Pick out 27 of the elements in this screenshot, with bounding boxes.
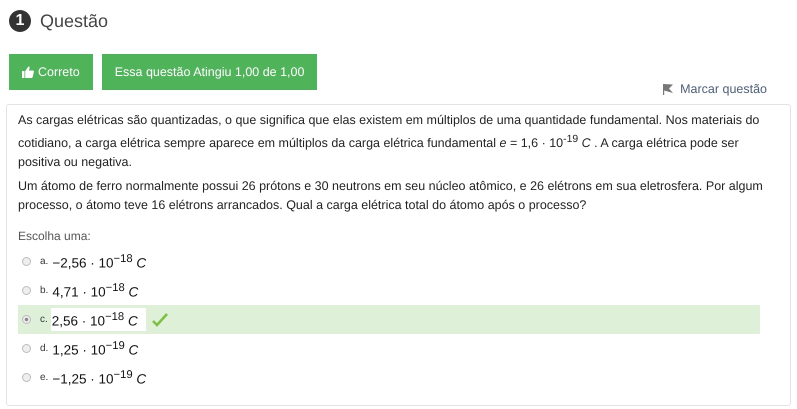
answer-option[interactable]: b. 4,71 · 10$^{−18}$ C bbox=[18, 276, 760, 306]
option-letter: b. bbox=[40, 285, 48, 296]
grade-badge: Essa questão Atingiu 1,00 de 1,00 bbox=[102, 54, 318, 90]
option-letter: d. bbox=[40, 343, 48, 354]
radio-button[interactable] bbox=[22, 315, 31, 324]
answer-formula: 2,56 · 10$^{−18}$ C bbox=[50, 308, 146, 332]
flag-icon bbox=[662, 83, 674, 95]
option-letter: a. bbox=[40, 256, 48, 268]
answer-option[interactable]: e. −1,25 · 10$^{−19}$ C bbox=[18, 363, 760, 392]
thumbs-up-icon bbox=[22, 66, 34, 78]
question-text: Um átomo de ferro normalmente possui 26 prótons e 30 neutrons em seu núcleo atômico, e 26 elétrons em sua eletrosfera. Por algum processo, o átomo teve 16 elétrons arrancados. Qual a carga elétrica total do átomo após o processo? bbox=[18, 178, 764, 214]
radio-button[interactable] bbox=[22, 286, 31, 296]
radio-button[interactable] bbox=[22, 373, 31, 382]
question-number: 1 bbox=[9, 10, 31, 32]
prompt-label: Escolha uma: bbox=[18, 229, 92, 244]
correct-answer-row[interactable]: c. 2,56 · 10$^{−18}$ C bbox=[18, 305, 760, 334]
question-text: As cargas elétricas são quantizadas, o que significa que elas existem em múltiplos de uma quantidade fundamental. Nos materiais do cotidiano, a carga elétrica sempre aparece em múltiplos da carga elétrica fundamental e = 1,6 · 10$^{-19}$ C . A carga elétrica pode ser positiva ou negativa. bbox=[18, 112, 760, 172]
question-title: Questão bbox=[40, 10, 108, 32]
radio-button[interactable] bbox=[22, 344, 31, 354]
correct-badge: Correto bbox=[9, 54, 93, 90]
answer-option[interactable]: d. 1,25 · 10$^{−19}$ C bbox=[18, 334, 760, 364]
checkmark-icon bbox=[152, 312, 168, 327]
option-letter: c. bbox=[40, 314, 48, 326]
radio-button[interactable] bbox=[22, 257, 31, 266]
flag-question-link[interactable]: Marcar questão bbox=[662, 82, 767, 96]
answer-option[interactable]: a. −2,56 · 10$^{−18}$ C bbox=[18, 247, 760, 276]
option-letter: e. bbox=[40, 372, 48, 384]
